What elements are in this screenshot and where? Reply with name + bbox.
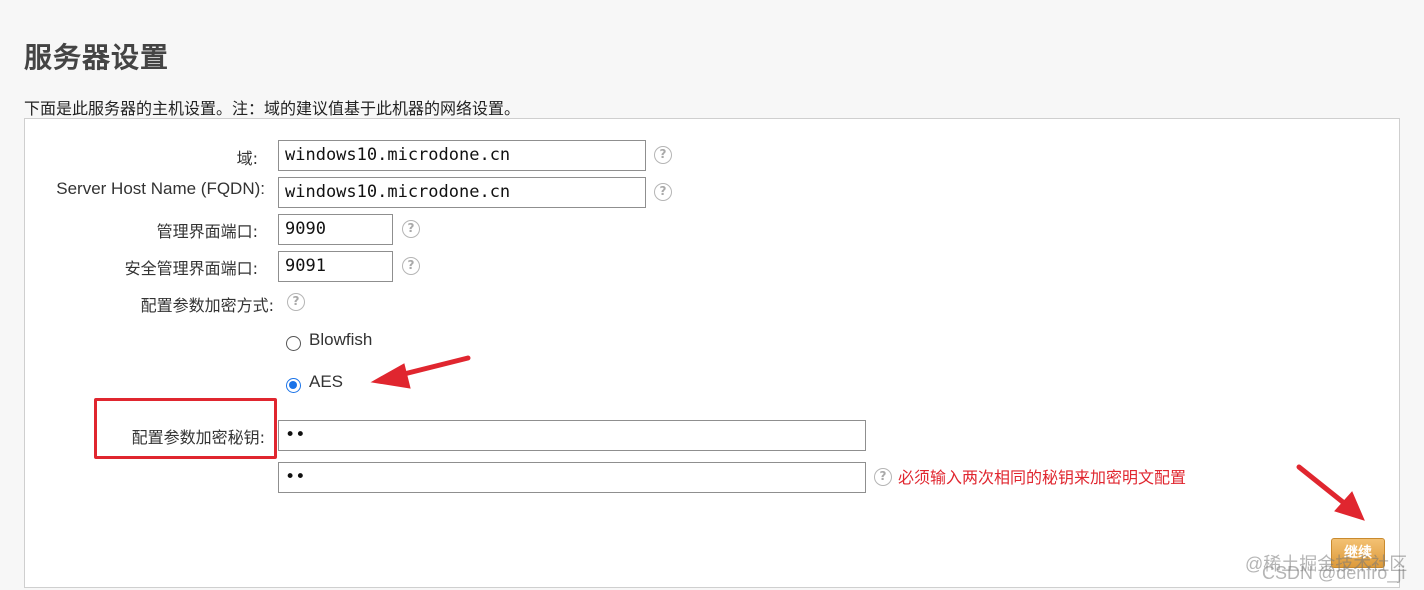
annotation-arrow-icon (370, 355, 1365, 521)
watermark-csdn: CSDN @denfro_ji (1262, 563, 1406, 583)
